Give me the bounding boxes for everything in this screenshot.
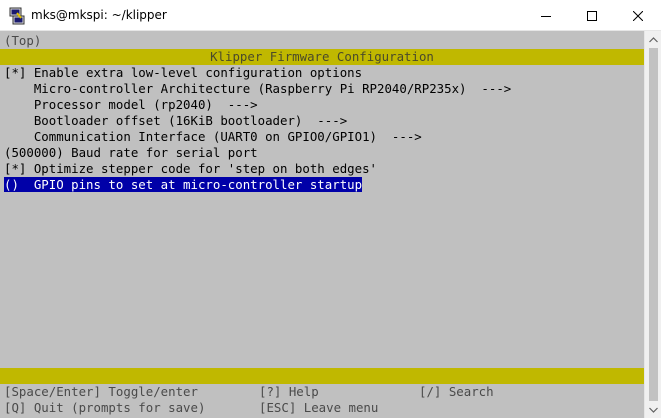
help-row-1: [Space/Enter] Toggle/enter [?] Help [/] …: [0, 384, 644, 400]
scrollbar-thumb[interactable]: [649, 48, 658, 401]
maximize-icon: [587, 10, 597, 21]
menu-item[interactable]: [*] Enable extra low-level configuration…: [0, 65, 644, 81]
menu-item[interactable]: Micro-controller Architecture (Raspberry…: [0, 81, 644, 97]
scroll-down-arrow-icon: [649, 407, 658, 413]
menu-item[interactable]: (500000) Baud rate for serial port: [0, 145, 644, 161]
terminal-screen[interactable]: (Top) Klipper Firmware Configuration [*]…: [0, 31, 644, 418]
scroll-up-button[interactable]: [645, 31, 661, 48]
window-title: mks@mkspi: ~/klipper: [31, 8, 167, 22]
menu-item[interactable]: Processor model (rp2040) --->: [0, 97, 644, 113]
help-leave-menu: [ESC] Leave menu: [259, 400, 379, 415]
help-toggle-enter: [Space/Enter] Toggle/enter: [4, 384, 198, 399]
close-icon: [633, 10, 643, 21]
vertical-scrollbar[interactable]: [644, 31, 661, 418]
window-titlebar[interactable]: mks@mkspi: ~/klipper: [0, 0, 661, 31]
menu-item[interactable]: Bootloader offset (16KiB bootloader) ---…: [0, 113, 644, 129]
help-row-2: [Q] Quit (prompts for save) [ESC] Leave …: [0, 400, 644, 416]
menu-item-selected[interactable]: () GPIO pins to set at micro-controller …: [0, 177, 644, 193]
close-button[interactable]: [615, 0, 661, 31]
minimize-icon: [541, 15, 551, 17]
help-help: [?] Help: [259, 384, 319, 399]
menu-item[interactable]: Communication Interface (UART0 on GPIO0/…: [0, 129, 644, 145]
maximize-button[interactable]: [569, 0, 615, 31]
help-quit: [Q] Quit (prompts for save): [4, 400, 206, 415]
menu-location-label: (Top): [4, 33, 42, 48]
menuconfig-footer-bar: [0, 368, 644, 384]
help-search: [/] Search: [419, 384, 494, 399]
menu-item[interactable]: [*] Optimize stepper code for 'step on b…: [0, 161, 644, 177]
putty-icon[interactable]: [8, 7, 26, 25]
minimize-button[interactable]: [523, 0, 569, 31]
selection-highlight: () GPIO pins to set at micro-controller …: [4, 177, 363, 192]
scroll-up-arrow-icon: [649, 36, 658, 42]
menuconfig-header: Klipper Firmware Configuration: [0, 49, 644, 65]
scroll-down-button[interactable]: [645, 401, 661, 418]
